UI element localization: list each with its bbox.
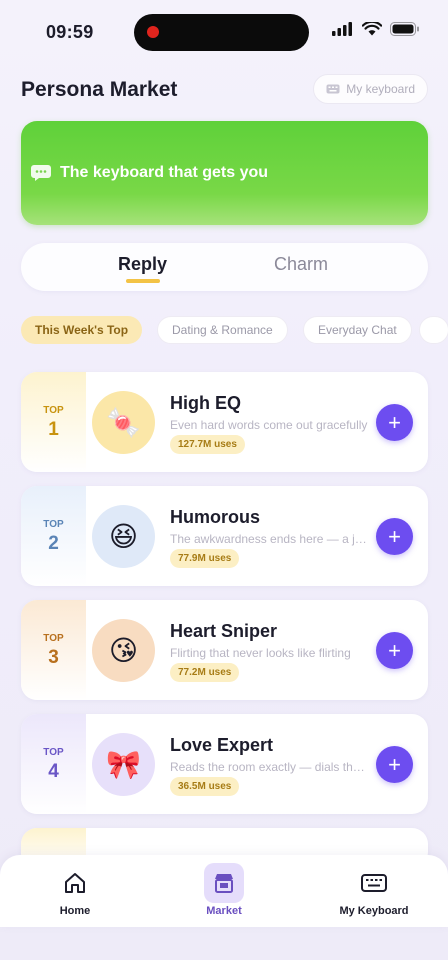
rank-badge: TOP 4	[21, 714, 86, 814]
tab-reply[interactable]: Reply	[118, 254, 167, 275]
my-keyboard-button[interactable]: My keyboard	[313, 74, 428, 104]
plus-icon: +	[388, 637, 401, 663]
add-persona-button[interactable]: +	[376, 404, 413, 441]
uses-badge: 77.9M uses	[170, 549, 240, 568]
tab-home[interactable]: Home	[15, 855, 135, 927]
rank-number: 3	[48, 647, 59, 668]
rank-label: TOP	[43, 633, 64, 644]
bottom-tab-bar: Home Market My Keyboard	[0, 855, 448, 927]
avatar-emoji: 🎀	[106, 749, 141, 780]
promo-banner[interactable]: The keyboard that gets you	[21, 121, 428, 225]
chip-everyday-chat[interactable]: Everyday Chat	[303, 316, 412, 344]
rank-badge: TOP 2	[21, 486, 86, 586]
tab-market[interactable]: Market	[164, 855, 284, 927]
avatar-emoji: 🍬	[106, 407, 141, 438]
plus-icon: +	[388, 523, 401, 549]
status-time: 09:59	[46, 22, 94, 42]
persona-description: Reads the room exactly — dials the tone	[170, 760, 370, 774]
kissing-face-icon: 😘	[92, 619, 155, 682]
chip-dating-romance[interactable]: Dating & Romance	[157, 316, 288, 344]
banner-text: The keyboard that gets you	[60, 164, 269, 181]
active-tab-indicator	[126, 279, 160, 283]
uses-badge: 77.2M uses	[170, 663, 240, 682]
battery-icon	[390, 22, 419, 36]
rank-label: TOP	[43, 747, 64, 758]
persona-card[interactable]: TOP 2 😆 Humorous The awkwardness ends he…	[21, 486, 428, 586]
tab-charm[interactable]: Charm	[274, 254, 328, 275]
plus-icon: +	[388, 409, 401, 435]
tab-my-keyboard[interactable]: My Keyboard	[314, 855, 434, 927]
persona-description: Even hard words come out gracefully	[170, 418, 368, 432]
persona-title: Heart Sniper	[170, 621, 278, 641]
tab-market-label: Market	[206, 905, 242, 917]
cellular-signal-icon	[332, 22, 352, 36]
keyboard-icon	[326, 84, 340, 94]
rank-number: 2	[48, 533, 59, 554]
tab-my-keyboard-label: My Keyboard	[339, 905, 409, 917]
uses-badge: 36.5M uses	[170, 777, 240, 796]
recording-dot-icon	[147, 26, 159, 38]
rank-badge: TOP 3	[21, 600, 86, 700]
wifi-icon	[362, 22, 382, 36]
persona-title: Love Expert	[170, 735, 274, 755]
home-icon	[55, 863, 95, 903]
rank-label: TOP	[43, 405, 64, 416]
persona-title: Humorous	[170, 507, 260, 527]
dynamic-island	[134, 14, 309, 51]
laughing-face-icon: 😆	[92, 505, 155, 568]
rank-badge: TOP 1	[21, 372, 86, 472]
persona-description: The awkwardness ends here — a joke for e…	[170, 532, 370, 546]
add-persona-button[interactable]: +	[376, 632, 413, 669]
page-title: Persona Market	[21, 78, 178, 101]
status-bar: 09:59	[0, 0, 448, 64]
chip-this-weeks-top[interactable]: This Week's Top	[21, 316, 143, 344]
tab-home-label: Home	[59, 905, 91, 917]
category-chips: This Week's Top Dating & Romance Everyda…	[21, 316, 448, 344]
uses-badge: 127.7M uses	[170, 435, 245, 454]
keyboard-icon	[354, 863, 394, 903]
add-persona-button[interactable]: +	[376, 746, 413, 783]
persona-description: Flirting that never looks like flirting	[170, 646, 351, 660]
avatar-emoji: 😆	[108, 521, 139, 552]
my-keyboard-label: My keyboard	[346, 82, 415, 96]
persona-card[interactable]: TOP 3 😘 Heart Sniper Flirting that never…	[21, 600, 428, 700]
add-persona-button[interactable]: +	[376, 518, 413, 555]
persona-title: High EQ	[170, 393, 241, 413]
rank-number: 4	[48, 761, 59, 782]
reply-charm-segmented-control: Reply Charm	[21, 243, 428, 291]
candy-icon: 🍬	[92, 391, 155, 454]
persona-card[interactable]: TOP 4 🎀 Love Expert Reads the room exact…	[21, 714, 428, 814]
header: Persona Market My keyboard	[21, 74, 428, 104]
persona-card[interactable]: TOP 1 🍬 High EQ Even hard words come out…	[21, 372, 428, 472]
chip-more[interactable]	[419, 316, 448, 344]
status-icons	[332, 22, 420, 36]
ribbon-icon: 🎀	[92, 733, 155, 796]
plus-icon: +	[388, 751, 401, 777]
rank-label: TOP	[43, 519, 64, 530]
chat-bubble-icon	[31, 165, 51, 181]
rank-number: 1	[48, 419, 59, 440]
avatar-emoji: 😘	[108, 635, 139, 666]
storefront-icon	[204, 863, 244, 903]
